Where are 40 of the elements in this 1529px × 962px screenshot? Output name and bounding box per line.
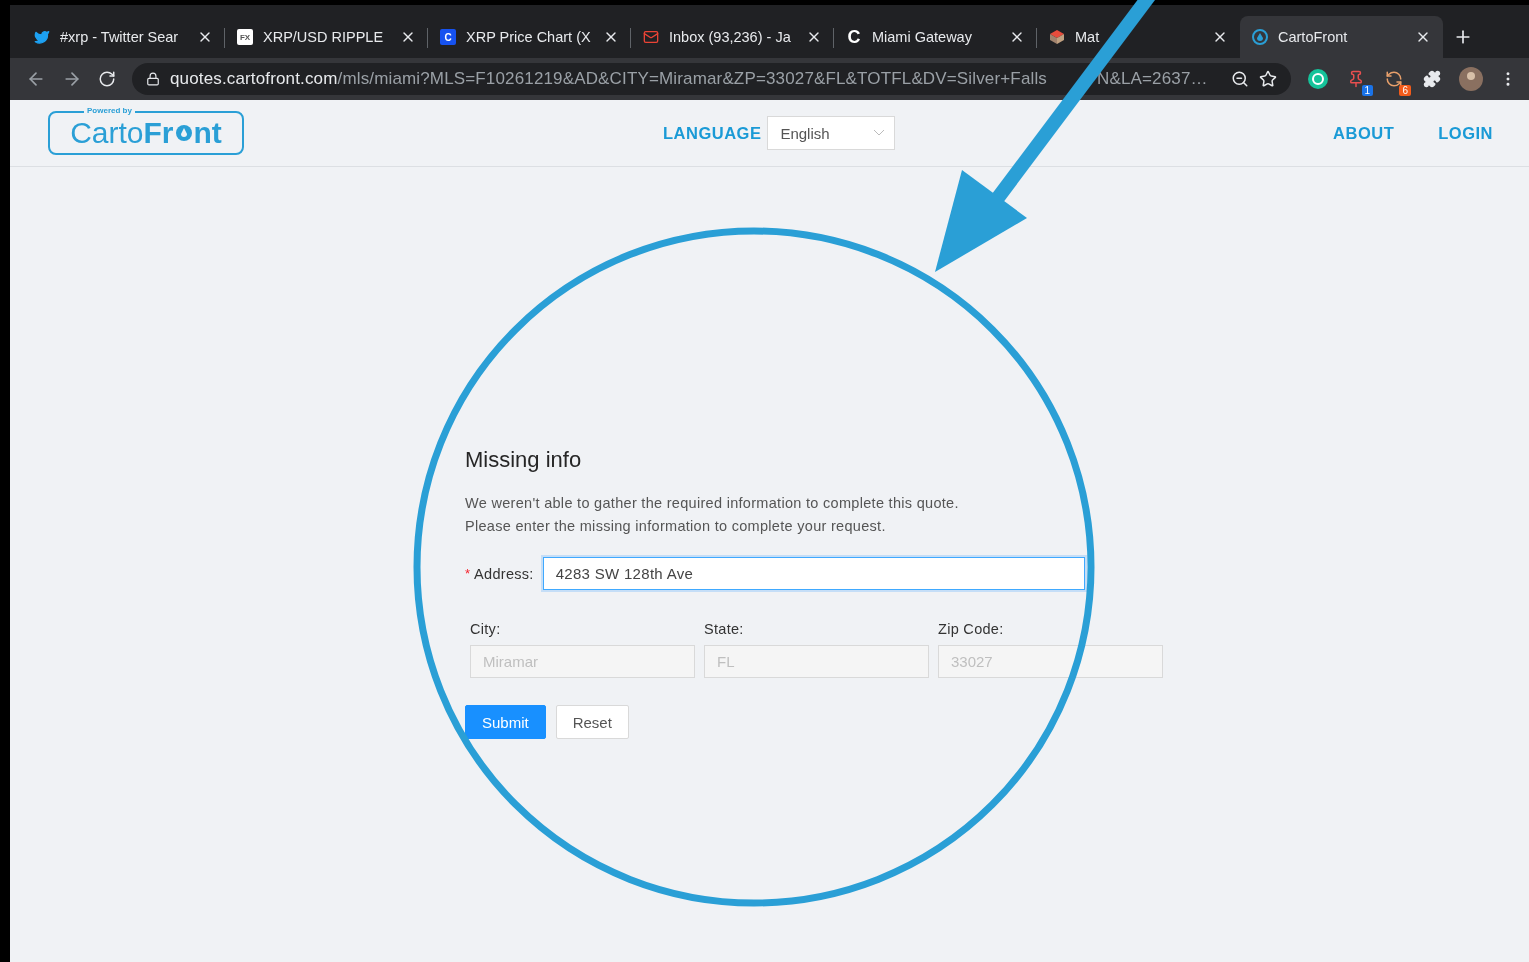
site-logo-icon: C [440, 29, 456, 45]
language-select[interactable]: English [767, 116, 896, 150]
g-logo-icon[interactable] [1308, 69, 1329, 89]
browser-tab[interactable]: Mat [1037, 16, 1240, 58]
bird-icon [34, 29, 50, 45]
mail-icon [643, 29, 659, 45]
bookmark-star-icon[interactable] [1259, 70, 1278, 88]
extensions-icon[interactable] [1423, 70, 1442, 88]
chevron-down-icon [874, 130, 885, 136]
browser-tab[interactable]: Inbox (93,236) - Ja [631, 16, 834, 58]
info-text: We weren't able to gather the required information to complete this quote. [465, 494, 960, 513]
site-logo-icon: FX [237, 29, 253, 45]
loop-icon[interactable] [1385, 70, 1404, 88]
field-label: Zip Code: [938, 621, 1005, 637]
url-text: N&LA=2637… [1097, 69, 1208, 89]
zoom-icon[interactable] [1231, 70, 1250, 88]
drop-icon [1252, 29, 1268, 45]
browser-tab[interactable]: CartoFront [1240, 16, 1443, 58]
browser-tab[interactable]: FX XRP/USD RIPPLE [225, 16, 428, 58]
reset-button[interactable]: Reset [555, 705, 629, 739]
site-logo-icon: C [846, 29, 862, 45]
field-label: Address: [474, 565, 534, 582]
count-badge: 1 [1361, 85, 1374, 96]
browser-tab[interactable]: #xrp - Twitter Sear [22, 16, 225, 58]
field-label: City: [470, 621, 502, 637]
browser-tab[interactable]: C Miami Gateway [834, 16, 1037, 58]
field-label: State: [704, 621, 745, 637]
language-label: LANGUAGE [663, 123, 762, 143]
address-bar[interactable]: quotes.cartofront.com/mls/miami?MLS=F10261219&AD&CITY=Miramar&ZP=33027&FL&TOTFL&DV=Silver+Falls N&LA=2637… [131, 63, 1292, 95]
avatar-icon[interactable] [1459, 67, 1483, 91]
lock-icon [145, 72, 160, 86]
url-text: quotes.cartofront.com/mls/miami?MLS=F10261219&AD&CITY=Miramar&ZP=33027&FL&TOTFL&DV=Silver+Falls [169, 69, 1047, 89]
reload-icon[interactable] [97, 70, 116, 88]
count-badge: 6 [1399, 85, 1412, 96]
info-text: Please enter the missing information to complete your request. [465, 517, 887, 536]
address-input[interactable]: 4283 SW 128th Ave [542, 557, 1085, 590]
form-title: Missing info [465, 447, 583, 473]
browser-tab[interactable]: C XRP Price Chart (X [428, 16, 631, 58]
required-mark: * [465, 566, 471, 581]
cube-icon [1049, 29, 1065, 45]
